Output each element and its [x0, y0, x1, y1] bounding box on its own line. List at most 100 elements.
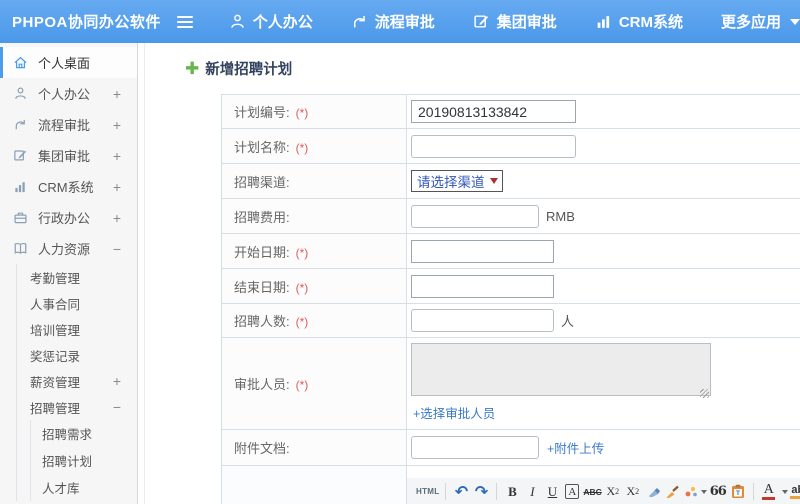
subscript-button[interactable]: X2	[624, 482, 642, 502]
form-row-attachment: 附件文档: +附件上传	[221, 429, 800, 466]
field-label: 附件文档:	[234, 441, 290, 456]
form-row-cost: 招聘费用: RMB	[221, 198, 800, 234]
sidebar: 个人桌面 个人办公 + 流程审批 + 集团审批 + CRM系统 + 行政办公 +…	[0, 43, 138, 504]
form-label-cell: 招聘人数: (*)	[221, 303, 407, 338]
form-control-cell: 人	[406, 303, 800, 338]
collapse-toggle[interactable]: −	[113, 241, 121, 257]
italic-button[interactable]: I	[523, 482, 541, 502]
resize-grip-icon[interactable]	[700, 389, 709, 398]
headcount-unit-label: 人	[561, 313, 575, 329]
sidebar-item-crm-system[interactable]: CRM系统 +	[0, 171, 137, 202]
sidebar-item-salary[interactable]: 薪资管理 +	[17, 368, 137, 394]
superscript-base: X	[606, 484, 616, 498]
expand-toggle[interactable]: +	[113, 117, 121, 133]
sidebar-item-label: 流程审批	[38, 118, 91, 133]
sidebar-item-recruit-mgmt[interactable]: 招聘管理 −	[17, 394, 137, 420]
eraser-button[interactable]	[644, 482, 662, 502]
attachment-upload-link[interactable]: +附件上传	[547, 442, 604, 456]
required-marker: (*)	[295, 378, 309, 392]
app-window: PHPOA协同办公软件 个人办公 流程审批 集团审批 CRM系统 更多应用 个人…	[0, 0, 800, 504]
sidebar-item-label: 集团审批	[38, 149, 91, 164]
headcount-input[interactable]	[411, 309, 554, 332]
channel-select[interactable]: 请选择渠道	[411, 170, 503, 192]
select-approver-link[interactable]: +选择审批人员	[413, 407, 495, 421]
topnav-crm-system[interactable]: CRM系统	[595, 11, 683, 32]
char-border-button[interactable]: A	[565, 484, 580, 499]
redo-button[interactable]: ↷	[472, 482, 490, 502]
attachment-input[interactable]	[411, 436, 539, 459]
bar-chart-icon	[595, 13, 612, 30]
cost-input[interactable]	[411, 204, 539, 228]
sidebar-item-label: 招聘计划	[42, 455, 93, 469]
sidebar-item-rewards[interactable]: 奖惩记录	[17, 342, 137, 368]
form-row-plan-no: 计划编号: (*)	[221, 94, 800, 129]
svg-text:T: T	[736, 490, 740, 497]
sidebar-item-personal-office[interactable]: 个人办公 +	[0, 78, 137, 109]
plan-name-input[interactable]	[411, 134, 576, 158]
expand-toggle[interactable]: +	[113, 373, 121, 389]
collapse-toggle[interactable]: −	[113, 399, 121, 415]
required-marker: (*)	[295, 280, 309, 295]
sidebar-item-admin-office[interactable]: 行政办公 +	[0, 202, 137, 233]
expand-toggle[interactable]: +	[113, 179, 121, 195]
font-color-button[interactable]: A	[760, 482, 778, 502]
edit-pencil-icon	[13, 148, 29, 163]
approver-textarea[interactable]	[411, 343, 711, 396]
html-source-button[interactable]: HTML	[416, 482, 439, 502]
sidebar-item-group-approval[interactable]: 集团审批 +	[0, 140, 137, 171]
field-label: 计划编号:	[234, 105, 290, 120]
highlight-glyph: ab	[791, 483, 800, 496]
topnav-group-approval[interactable]: 集团审批	[473, 11, 557, 32]
sidebar-item-talent-pool[interactable]: 人才库	[31, 474, 137, 501]
sidebar-item-personal-desktop[interactable]: 个人桌面	[0, 47, 137, 78]
form-label-cell: 招聘渠道:	[221, 163, 407, 199]
dropdown-caret-icon	[700, 489, 707, 494]
topnav-workflow-approval[interactable]: 流程审批	[351, 11, 435, 32]
start-date-input[interactable]	[411, 239, 554, 263]
underline-button[interactable]: U	[543, 482, 561, 502]
form-row-approver: 审批人员: (*) +选择审批人员	[221, 337, 800, 430]
required-marker: (*)	[295, 245, 309, 260]
sidebar-item-label: 奖惩记录	[30, 349, 81, 364]
sidebar-item-recruit-plan[interactable]: 招聘计划	[31, 447, 137, 474]
hamburger-menu-icon[interactable]	[177, 15, 193, 28]
plan-number-input[interactable]	[411, 100, 576, 123]
form-row-editor: HTML ↶ ↷ B I U A ABC X2 X 2 66 T A a	[221, 465, 800, 504]
topnav-label: 流程审批	[374, 14, 435, 31]
bold-button[interactable]: B	[503, 482, 521, 502]
sidebar-item-human-resources[interactable]: 人力资源 −	[0, 233, 137, 264]
blockquote-button[interactable]: 66	[709, 482, 727, 502]
page-title-text: 新增招聘计划	[205, 61, 293, 78]
form-row-headcount: 招聘人数: (*) 人	[221, 303, 800, 338]
clipboard-icon: T	[731, 484, 744, 498]
sidebar-item-label: 薪资管理	[30, 375, 81, 390]
form-control-cell	[406, 128, 800, 164]
sidebar-item-workflow-approval[interactable]: 流程审批 +	[0, 109, 137, 140]
topnav-more-apps[interactable]: 更多应用	[721, 11, 800, 32]
expand-toggle[interactable]: +	[113, 148, 121, 164]
auto-format-button[interactable]	[684, 482, 707, 502]
sidebar-item-attendance[interactable]: 考勤管理	[17, 264, 137, 290]
expand-toggle[interactable]: +	[113, 210, 121, 226]
sidebar-item-label: 个人桌面	[38, 56, 91, 71]
sidebar-item-recruit-demand[interactable]: 招聘需求	[31, 420, 137, 447]
format-brush-button[interactable]	[664, 482, 682, 502]
strikethrough-button[interactable]: ABC	[583, 482, 601, 502]
sidebar-item-hr-contract[interactable]: 人事合同	[17, 290, 137, 316]
sidebar-item-label: 个人办公	[38, 87, 91, 102]
sidebar-item-label: 考勤管理	[30, 271, 81, 286]
highlight-swatch	[790, 496, 800, 500]
highlight-color-button[interactable]: ab	[789, 482, 800, 502]
chevron-down-icon	[790, 18, 800, 25]
superscript-button[interactable]: X2	[604, 482, 622, 502]
sidebar-item-training[interactable]: 培训管理	[17, 316, 137, 342]
form-control-cell: RMB	[406, 198, 800, 234]
end-date-input[interactable]	[411, 274, 554, 298]
field-label: 开始日期:	[234, 244, 290, 260]
paste-text-button[interactable]: T	[729, 482, 747, 502]
undo-button[interactable]: ↶	[452, 482, 470, 502]
expand-toggle[interactable]: +	[113, 86, 121, 102]
font-color-swatch	[762, 497, 776, 500]
select-arrow-icon	[489, 178, 498, 184]
topnav-personal-office[interactable]: 个人办公	[229, 11, 313, 32]
